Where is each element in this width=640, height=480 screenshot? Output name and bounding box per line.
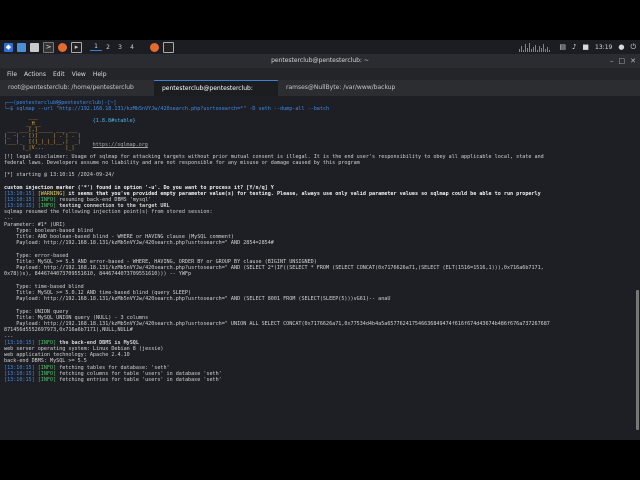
- window-title: pentesterclub@pentesterclub: ~: [271, 57, 369, 64]
- kali-menu-icon[interactable]: ◆: [4, 42, 13, 52]
- terminal-lines: [!] legal disclaimer: Usage of sqlmap fo…: [4, 154, 636, 384]
- firefox-icon[interactable]: [58, 42, 67, 52]
- tab-ramses[interactable]: ramses@NullByte: /var/www/backup: [278, 80, 424, 96]
- menu-actions[interactable]: Actions: [24, 71, 46, 78]
- terminal-launcher-icon[interactable]: >: [43, 41, 54, 53]
- workspace-2[interactable]: 2: [102, 44, 114, 51]
- power-icon[interactable]: ⏻: [630, 43, 636, 52]
- terminal-line: [!] legal disclaimer: Usage of sqlmap fo…: [4, 153, 544, 160]
- network-icon[interactable]: ▤: [559, 43, 566, 51]
- prompt-command: └─$ sqlmap --url "http://192.168.18.131/…: [4, 106, 330, 113]
- terminal-icon[interactable]: ▸: [71, 41, 82, 53]
- notification-icon[interactable]: ■: [582, 43, 589, 51]
- lock-icon[interactable]: ●: [618, 43, 624, 51]
- minimize-icon[interactable]: –: [610, 54, 614, 68]
- tab-bar: root@pentesterclub: /home/pentesterclub …: [0, 80, 640, 108]
- tab-label: root@pentesterclub: /home/pentesterclub: [8, 84, 134, 91]
- menu-help[interactable]: Help: [93, 71, 107, 78]
- workspace-3[interactable]: 3: [114, 44, 126, 51]
- file-manager-icon[interactable]: [30, 42, 39, 52]
- menu-view[interactable]: View: [72, 71, 86, 78]
- workspace-1[interactable]: 1: [90, 43, 102, 51]
- clock[interactable]: 13:19: [595, 44, 612, 51]
- cpu-graph-icon: [519, 42, 553, 52]
- firefox-task-icon[interactable]: [150, 42, 159, 52]
- tab-pentesterclub[interactable]: pentesterclub@pentesterclub: ~✕: [154, 80, 278, 108]
- tab-label: ramses@NullByte: /var/www/backup: [286, 84, 396, 91]
- taskbar: ◆ > ▸ 1 2 3 4 ▤ ♪ ■ 13:19 ● ⏻: [0, 40, 640, 54]
- workspace-4[interactable]: 4: [126, 44, 138, 51]
- close-icon[interactable]: ✕: [630, 54, 636, 68]
- sqlmap-ascii-logo: ___ __H__ ___ ___[,]_____ ___ ___ |_ -| …: [4, 114, 81, 152]
- window-titlebar[interactable]: pentesterclub@pentesterclub: ~ – □ ✕: [0, 54, 640, 68]
- maximize-icon[interactable]: □: [619, 54, 626, 68]
- desktop-icon[interactable]: [17, 42, 26, 52]
- menu-edit[interactable]: Edit: [53, 71, 65, 78]
- terminal-scrollbar[interactable]: [636, 290, 639, 430]
- menu-file[interactable]: File: [7, 71, 17, 78]
- volume-icon[interactable]: ♪: [572, 43, 576, 51]
- terminal-output[interactable]: ┌──(pentesterclub㉿pentesterclub)-[~] └─$…: [0, 96, 640, 440]
- menu-bar: File Actions Edit View Help: [0, 68, 640, 80]
- sqlmap-site-link[interactable]: https://sqlmap.org: [93, 142, 148, 148]
- sqlmap-logo: ___ __H__ ___ ___[,]_____ ___ ___ |_ -| …: [4, 114, 636, 151]
- terminal-line: [13:10:15] [INFO] fetching entries for t…: [4, 376, 222, 383]
- tab-root[interactable]: root@pentesterclub: /home/pentesterclub: [0, 80, 154, 96]
- terminal-task-icon[interactable]: [163, 41, 174, 53]
